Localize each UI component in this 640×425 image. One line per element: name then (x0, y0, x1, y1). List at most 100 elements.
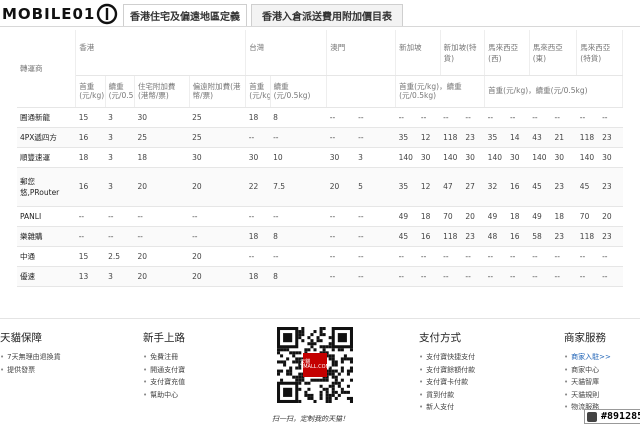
logo-mark-icon (97, 3, 118, 25)
footer-link[interactable]: 開通支付寶 (143, 364, 185, 377)
rate-cell: 7.5 (270, 167, 327, 207)
rate-cell: -- (506, 107, 530, 128)
footer-link[interactable]: 免費注冊 (143, 351, 185, 364)
rate-cell: 118 (576, 127, 600, 148)
rate-cell: -- (506, 266, 530, 287)
rate-cell: -- (355, 226, 396, 247)
rate-cell: 18 (245, 107, 271, 128)
rate-cell: 43 (529, 127, 552, 148)
rate-cell: -- (576, 266, 600, 287)
footer-link[interactable]: 提供發票 (0, 364, 61, 377)
rate-cell: 30 (599, 147, 623, 168)
table-row: 順豐速運 18 3 18 30 30 10 30 3 140 30 140 30 140 30 140 30 14… (17, 147, 623, 168)
table-row: 樂雜購 -- -- -- -- 18 8 -- -- 45 16 118 23 48 16 58 23 118 23 (17, 226, 623, 247)
rate-cell: -- (270, 246, 327, 267)
rate-cell: 18 (417, 206, 441, 227)
rate-cell: 140 (484, 147, 507, 168)
top-bar: MOBILE01 香港住宅及偏遠地區定義 香港入倉派送費用附加價目表 (0, 0, 640, 30)
image-id-watermark: #891285 (584, 409, 640, 424)
rate-cell: 3 (105, 266, 135, 287)
rate-cell: -- (270, 206, 327, 227)
rate-cell: 21 (551, 127, 577, 148)
rate-cell: -- (75, 206, 106, 227)
footer-link[interactable]: 幫助中心 (143, 389, 185, 402)
rate-cell: 30 (462, 147, 485, 168)
carrier-name: 圓通新龍 (17, 107, 76, 128)
rate-cell: 118 (440, 127, 463, 148)
logo-text: MOBILE01 (2, 5, 96, 23)
rate-cell: -- (355, 266, 396, 287)
rate-cell: 140 (395, 147, 418, 168)
rate-cell: -- (529, 246, 552, 267)
rate-cell: 8 (270, 266, 327, 287)
footer-link[interactable]: 支付寶快捷支付 (419, 351, 475, 364)
region-macau: 澳門 (326, 30, 397, 76)
rate-cell: 70 (440, 206, 463, 227)
rate-cell: 48 (484, 226, 507, 247)
site-logo[interactable]: MOBILE01 (2, 3, 118, 25)
footer-col-title: 新手上路 (143, 332, 185, 344)
carrier-name: 樂雜購 (17, 226, 76, 247)
footer-link[interactable]: 天貓規則 (564, 389, 611, 402)
rate-cell: -- (440, 107, 463, 128)
rate-cell: -- (395, 107, 418, 128)
rate-cell: 27 (462, 167, 485, 207)
rate-cell: 45 (529, 167, 552, 207)
footer-divider (0, 318, 640, 319)
rate-cell: 23 (462, 226, 485, 247)
footer-link[interactable]: 天貓智庫 (564, 376, 611, 389)
carrier-header: 轉運商 (17, 30, 77, 108)
rate-cell: 140 (529, 147, 552, 168)
footer-link[interactable]: 支付寶充值 (143, 376, 185, 389)
footer-link[interactable]: 貨到付款 (419, 389, 475, 402)
rate-cell: 3 (105, 127, 135, 148)
rate-cell: 16 (417, 226, 441, 247)
rate-cell: 12 (417, 167, 441, 207)
rate-cell: 45 (395, 226, 418, 247)
rate-cell: 22 (245, 167, 271, 207)
footer-link[interactable]: 新人支付 (419, 401, 475, 414)
rate-cell: 49 (484, 206, 507, 227)
rate-cell: -- (134, 226, 190, 247)
rate-cell: -- (462, 107, 485, 128)
footer-link[interactable]: 7天無理由退換貨 (0, 351, 60, 364)
rate-cell: 23 (599, 127, 623, 148)
rate-cell: -- (529, 107, 552, 128)
rate-cell: -- (599, 266, 623, 287)
qr-code[interactable]: 天貓 TMALL.COM (277, 327, 353, 403)
camera-icon (587, 412, 597, 422)
tab-residential-remote-definition[interactable]: 香港住宅及偏遠地區定義 (123, 4, 247, 26)
rate-cell: 140 (576, 147, 600, 168)
rate-cell: 30 (134, 107, 190, 128)
rate-table-body: 圓通新龍 15 3 30 25 18 8 -- -- -- -- -- -- -- -- -- -- -- -- 4P… (17, 107, 623, 287)
rate-cell: 15 (75, 107, 106, 128)
rate-cell: 118 (440, 226, 463, 247)
rate-cell: 20 (189, 167, 246, 207)
footer-col-title: 天貓保障 (0, 332, 42, 344)
rate-cell: -- (105, 226, 135, 247)
rate-cell: -- (355, 206, 396, 227)
carrier-name: PANLI (17, 206, 76, 227)
rate-cell: 10 (270, 147, 327, 168)
region-malaysia-special: 馬來西亞(特貨) (576, 30, 623, 76)
tab-divider (0, 26, 640, 27)
rate-cell: 20 (326, 167, 356, 207)
footer-link[interactable]: 支付寶卡付款 (419, 376, 475, 389)
rate-cell: -- (576, 246, 600, 267)
tab-hk-delivery-surcharge[interactable]: 香港入倉派送費用附加價目表 (251, 4, 403, 26)
rate-cell: -- (484, 246, 507, 267)
table-row: 中通 15 2.5 20 20 -- -- -- -- -- -- -- -- -- -- -- -- -- -- (17, 246, 623, 267)
rate-cell: -- (599, 246, 623, 267)
column-header-row: 首重(元/kg) 續重(元/0.5kg) 住宅附加費(港幣/票) 偏遠附加費(港… (17, 75, 623, 108)
rate-cell: -- (105, 206, 135, 227)
rate-cell: 23 (462, 127, 485, 148)
rate-cell: -- (355, 127, 396, 148)
footer-link[interactable]: 商家入駐>> (564, 351, 611, 364)
region-taiwan: 台灣 (245, 30, 328, 76)
footer-link[interactable]: 支付寶餘額付款 (419, 364, 475, 377)
footer-col-title: 支付方式 (419, 332, 461, 344)
my-weight-header: 首重(元/kg)，續重(元/0.5kg) (484, 75, 623, 108)
rate-cell: 14 (506, 127, 530, 148)
rate-cell: -- (326, 206, 356, 227)
footer-link[interactable]: 商家中心 (564, 364, 611, 377)
